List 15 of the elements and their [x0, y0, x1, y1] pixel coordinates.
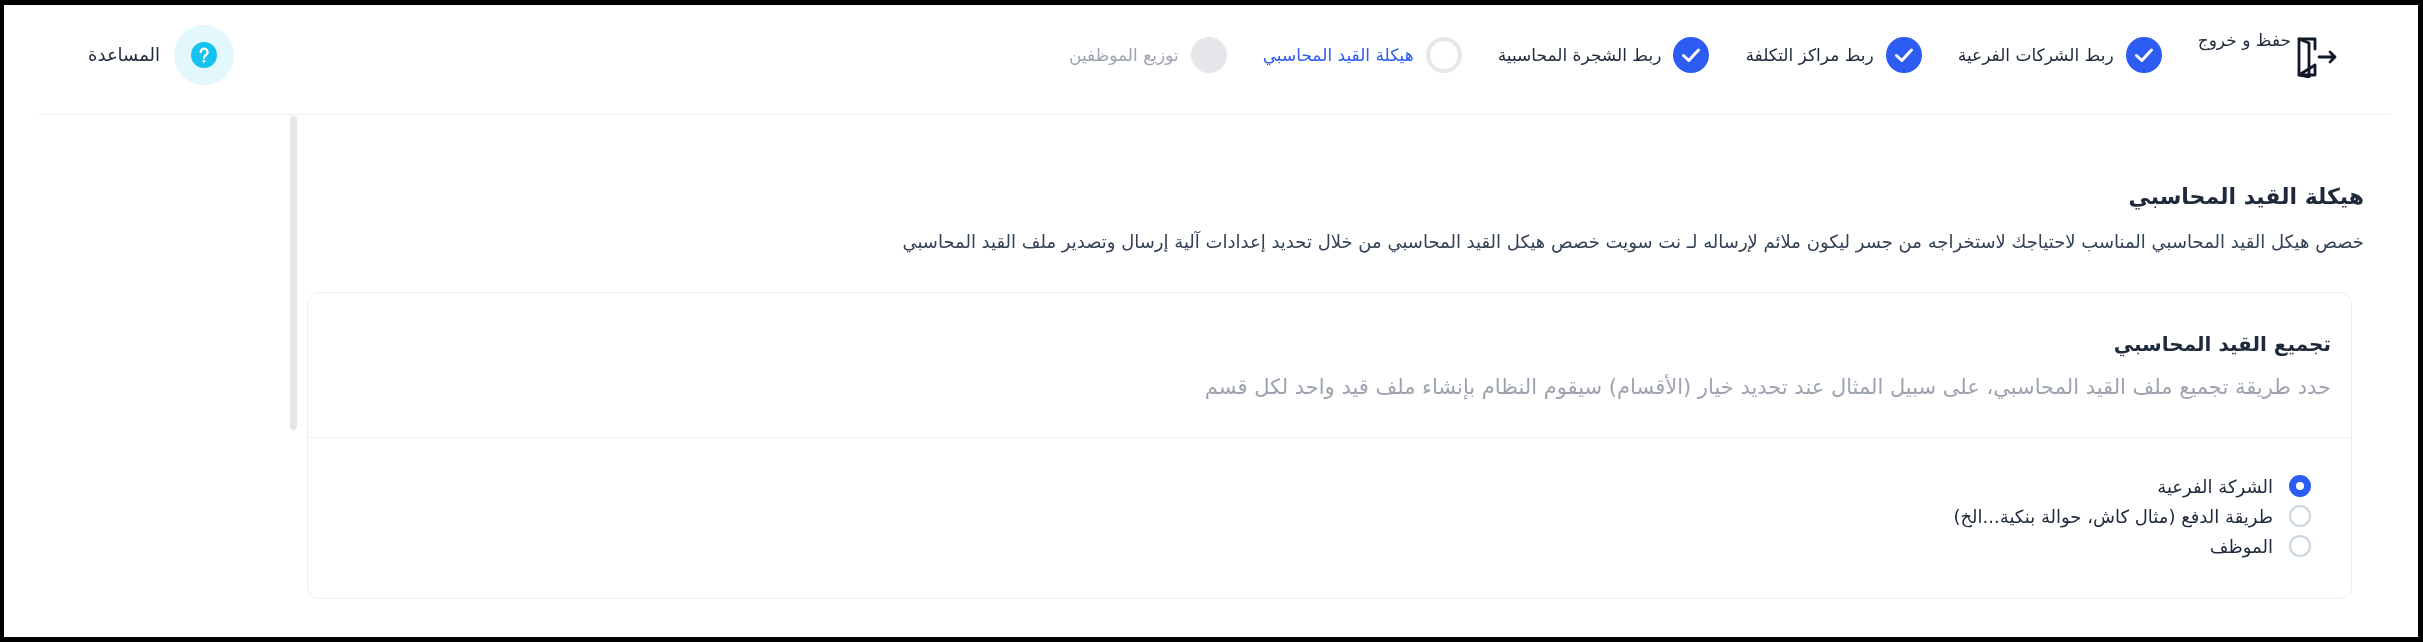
page-description: خصص هيكل القيد المحاسبي المناسب لاحتياجك لاستخراجه من جسر ليكون ملائم لإرساله لـ نت سويت خصص هيكل القيد المحاسبي من خلال تحديد إعدادات آلية إرسال وتصدير ملف القيد المحاسبي: [901, 230, 2364, 255]
stepper-step[interactable]: ربط مراكز التكلفة: [1745, 36, 1922, 73]
help-button[interactable]: المساعدة: [88, 24, 235, 85]
radio-option[interactable]: طريقة الدفع (مثال كاش، حوالة بنكية...الخ): [1953, 501, 2311, 531]
radio-option[interactable]: الموظف: [2209, 531, 2311, 561]
page-title: هيكلة القيد المحاسبي: [2127, 183, 2364, 212]
stepper-step[interactable]: هيكلة القيد المحاسبي: [1262, 36, 1462, 73]
stepper-step[interactable]: ربط الشركات الفرعية: [1957, 36, 2162, 73]
scrollbar[interactable]: [290, 116, 297, 430]
stepper-step[interactable]: ربط الشجرة المحاسبية: [1497, 36, 1710, 73]
save-exit-button[interactable]: حفظ و خروج: [2197, 31, 2338, 78]
radio-option[interactable]: الشركة الفرعية: [2157, 471, 2311, 501]
card-subtitle: حدد طريقة تجميع ملف القيد المحاسبي، على سبيل المثال عند تحديد خيار (الأقسام) سيقوم النظام بإنشاء ملف قيد واحد لكل قسم: [1203, 373, 2331, 401]
help-icon: [174, 24, 235, 85]
card-title: تجميع القيد المحاسبي: [2112, 331, 2331, 358]
